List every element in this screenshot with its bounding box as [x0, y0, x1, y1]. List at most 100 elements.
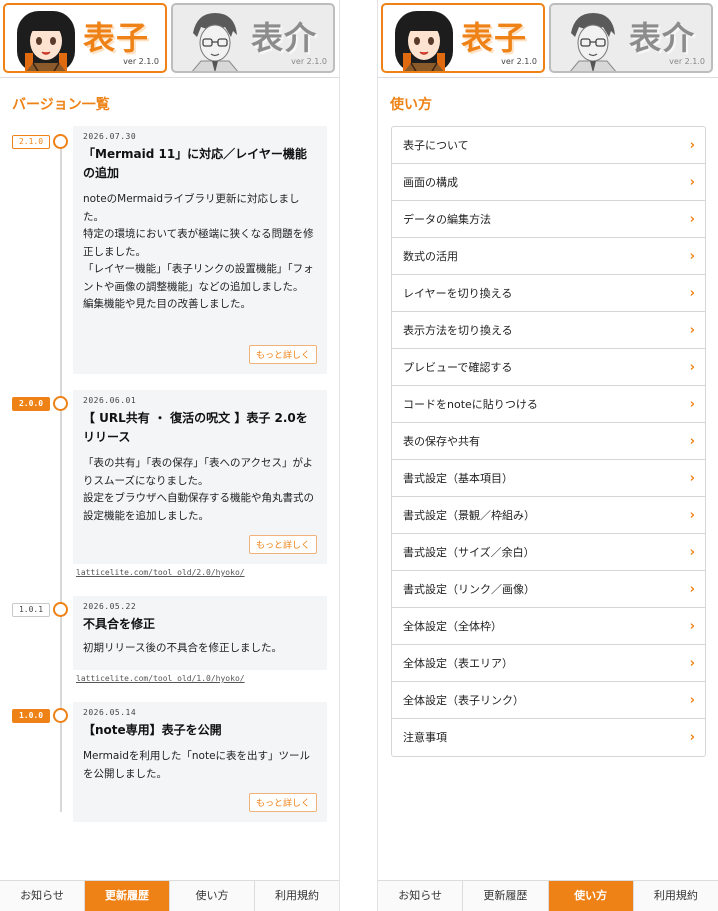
brand-tab-hyoko[interactable]: 表子 ver 2.1.0 [3, 3, 167, 73]
brand-header: 表子 ver 2.1.0 表介 ver 2.1.0 [0, 0, 339, 78]
usage-item[interactable]: レイヤーを切り換える › [392, 275, 705, 312]
version-card: 2026.05.14 【note専用】表子を公開 Mermaidを利用した「no… [73, 702, 327, 822]
old-version-link[interactable]: latticelite.com/tool_old/2.0/hyoko/ [76, 568, 245, 577]
usage-item-label: プレビューで確認する [403, 361, 513, 374]
brand-name: 表介 [629, 19, 696, 57]
chevron-right-icon: › [689, 582, 695, 597]
usage-item-label: 書式設定（サイズ／余白） [403, 546, 535, 559]
chevron-right-icon: › [689, 730, 695, 745]
usage-item[interactable]: 数式の活用 › [392, 238, 705, 275]
usage-item[interactable]: 画面の構成 › [392, 164, 705, 201]
old-version-link[interactable]: latticelite.com/tool_old/1.0/hyoko/ [76, 674, 245, 683]
chevron-right-icon: › [689, 693, 695, 708]
nav-tab-terms[interactable]: 利用規約 [255, 881, 339, 911]
chevron-right-icon: › [689, 249, 695, 264]
version-date: 2026.07.30 [83, 132, 137, 141]
usage-item-label: 書式設定（基本項目） [403, 472, 513, 485]
version-date: 2026.05.14 [83, 708, 137, 717]
usage-item[interactable]: コードをnoteに貼りつける › [392, 386, 705, 423]
more-details-button[interactable]: もっと詳しく [248, 793, 317, 812]
nav-tab-news[interactable]: お知らせ [0, 881, 85, 911]
version-badge: 1.0.1 [12, 603, 50, 617]
usage-item-label: レイヤーを切り換える [403, 287, 513, 300]
nav-tab-terms[interactable]: 利用規約 [634, 881, 718, 911]
usage-item[interactable]: 全体設定（全体枠） › [392, 608, 705, 645]
brand-name: 表介 [251, 19, 318, 57]
version-body: 初期リリース後の不具合を修正しました。 [83, 642, 282, 654]
chevron-right-icon: › [689, 434, 695, 449]
chevron-right-icon: › [689, 175, 695, 190]
chevron-right-icon: › [689, 619, 695, 634]
usage-item[interactable]: 書式設定（基本項目） › [392, 460, 705, 497]
version-title: 「Mermaid 11」に対応／レイヤー機能の追加 [83, 147, 307, 180]
usage-panel: 表子 ver 2.1.0 表介 ver 2.1.0 使い方 表子について › 画面の… [377, 0, 718, 911]
version-badge: 1.0.0 [12, 709, 50, 723]
usage-item-label: 書式設定（リンク／画像） [403, 583, 535, 596]
brand-version: ver 2.1.0 [501, 57, 537, 66]
chevron-right-icon: › [689, 286, 695, 301]
usage-item[interactable]: 書式設定（サイズ／余白） › [392, 534, 705, 571]
brand-header: 表子 ver 2.1.0 表介 ver 2.1.0 [378, 0, 718, 78]
version-card: 2026.05.22 不具合を修正 初期リリース後の不具合を修正しました。 [73, 596, 327, 670]
usage-item[interactable]: プレビューで確認する › [392, 349, 705, 386]
usage-item[interactable]: 全体設定（表エリア） › [392, 645, 705, 682]
usage-item-label: 注意事項 [403, 731, 447, 744]
usage-item-label: 表子について [403, 139, 469, 152]
version-title: 不具合を修正 [83, 617, 156, 631]
brand-version: ver 2.1.0 [123, 57, 159, 66]
usage-item-label: 書式設定（景観／枠組み） [403, 509, 535, 522]
brand-tab-hyoko[interactable]: 表子 ver 2.1.0 [381, 3, 545, 73]
version-body: 「表の共有」「表の保存」「表へのアクセス」がよりスムーズになりました。 設定をブ… [83, 457, 314, 522]
chevron-right-icon: › [689, 656, 695, 671]
chevron-right-icon: › [689, 545, 695, 560]
usage-item-label: 表示方法を切り換える [403, 324, 513, 337]
usage-item[interactable]: データの編集方法 › [392, 201, 705, 238]
brand-name: 表子 [461, 19, 528, 57]
section-title: 使い方 [390, 97, 432, 113]
usage-item[interactable]: 表の保存や共有 › [392, 423, 705, 460]
usage-item-label: 全体設定（表エリア） [403, 657, 513, 670]
nav-tab-usage[interactable]: 使い方 [170, 881, 255, 911]
usage-item-label: データの編集方法 [403, 213, 491, 226]
usage-item[interactable]: 書式設定（リンク／画像） › [392, 571, 705, 608]
more-details-button[interactable]: もっと詳しく [248, 345, 317, 364]
nav-tab-usage[interactable]: 使い方 [548, 881, 634, 911]
version-badge: 2.1.0 [12, 135, 50, 149]
version-title: 【 URL共有 ・ 復活の呪文 】表子 2.0をリリース [83, 411, 308, 444]
usage-item[interactable]: 注意事項 › [392, 719, 705, 756]
chevron-right-icon: › [689, 138, 695, 153]
bottom-nav: お知らせ 更新履歴 使い方 利用規約 [0, 880, 339, 911]
usage-item[interactable]: 表示方法を切り換える › [392, 312, 705, 349]
version-card: 2026.07.30 「Mermaid 11」に対応／レイヤー機能の追加 not… [73, 126, 327, 374]
bottom-nav: お知らせ 更新履歴 使い方 利用規約 [378, 880, 718, 911]
brand-tab-hyosuke[interactable]: 表介 ver 2.1.0 [549, 3, 713, 73]
timeline-dot-icon [53, 396, 68, 411]
chevron-right-icon: › [689, 471, 695, 486]
usage-item-label: 全体設定（全体枠） [403, 620, 502, 633]
nav-tab-news[interactable]: お知らせ [378, 881, 464, 911]
timeline-dot-icon [53, 708, 68, 723]
usage-item-label: 表の保存や共有 [403, 435, 480, 448]
chevron-right-icon: › [689, 360, 695, 375]
usage-item-label: コードをnoteに貼りつける [403, 398, 538, 411]
usage-item[interactable]: 全体設定（表子リンク） › [392, 682, 705, 719]
version-title: 【note専用】表子を公開 [83, 723, 222, 737]
brand-version: ver 2.1.0 [669, 57, 705, 66]
usage-item-label: 画面の構成 [403, 176, 458, 189]
usage-item-label: 数式の活用 [403, 250, 458, 263]
usage-item[interactable]: 書式設定（景観／枠組み） › [392, 497, 705, 534]
more-details-button[interactable]: もっと詳しく [248, 535, 317, 554]
nav-tab-changelog[interactable]: 更新履歴 [463, 881, 549, 911]
section-title: バージョン一覧 [12, 97, 110, 113]
boy-avatar-icon [570, 13, 616, 71]
usage-item[interactable]: 表子について › [392, 127, 705, 164]
version-date: 2026.05.22 [83, 602, 137, 611]
brand-name: 表子 [83, 19, 150, 57]
timeline-dot-icon [53, 602, 68, 617]
nav-tab-changelog[interactable]: 更新履歴 [85, 881, 170, 911]
chevron-right-icon: › [689, 212, 695, 227]
usage-item-label: 全体設定（表子リンク） [403, 694, 524, 707]
chevron-right-icon: › [689, 323, 695, 338]
brand-tab-hyosuke[interactable]: 表介 ver 2.1.0 [171, 3, 335, 73]
usage-list: 表子について › 画面の構成 › データの編集方法 › 数式の活用 › レイヤーを切り換える › 表… [391, 126, 706, 757]
